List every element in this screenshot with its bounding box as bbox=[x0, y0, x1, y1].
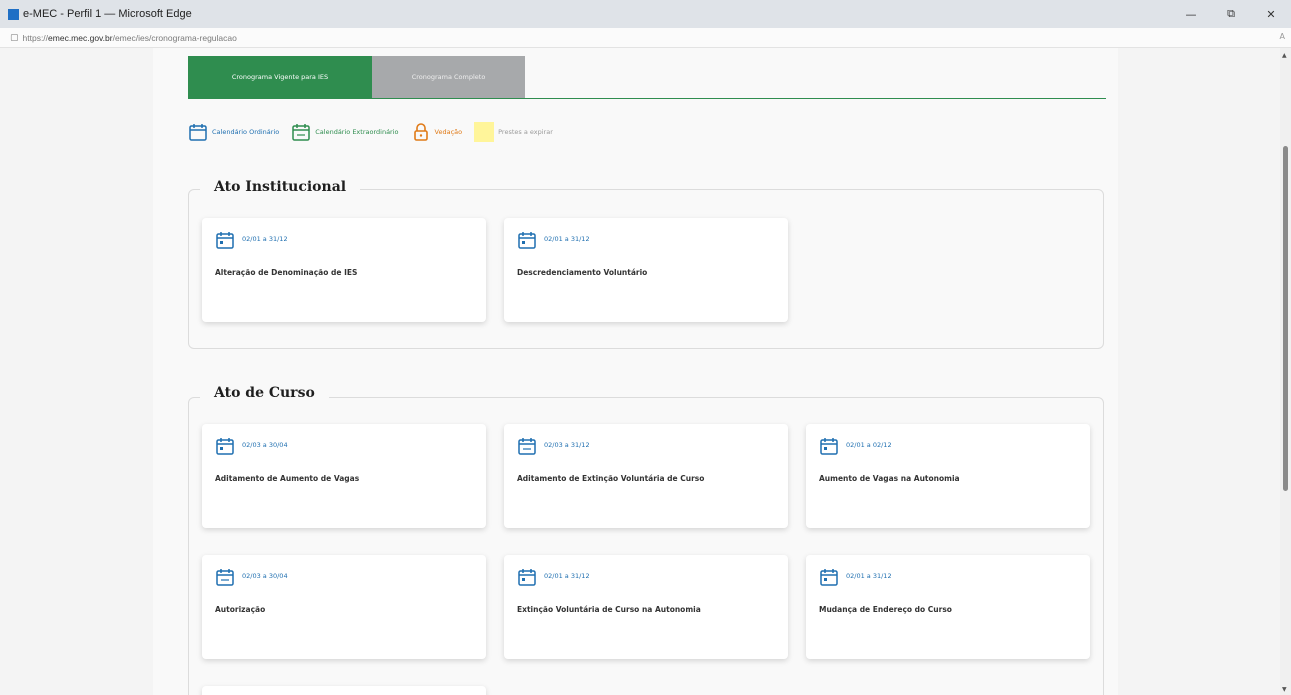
card-aditamento-extincao[interactable]: 02/03 a 31/12 Aditamento de Extinção Vol… bbox=[504, 424, 788, 528]
card-title: Extinção Voluntária de Curso na Autonomi… bbox=[517, 605, 701, 614]
page-viewport: Cronograma Vigente para IES Cronograma C… bbox=[0, 48, 1291, 695]
card-date: 02/01 a 02/12 bbox=[846, 441, 892, 449]
legend-expiring: Prestes a expirar bbox=[474, 122, 553, 142]
card-descredenciamento[interactable]: 02/01 a 31/12 Descredenciamento Voluntár… bbox=[504, 218, 788, 322]
url-prefix: https:// bbox=[22, 32, 49, 43]
restore-button[interactable]: ⧉ bbox=[1211, 0, 1251, 28]
edge-app-icon bbox=[8, 8, 19, 20]
url-path: /emec/ies/cronograma-regulacao bbox=[112, 32, 237, 43]
card-mudanca-endereco[interactable]: 02/01 a 31/12 Mudança de Endereço do Cur… bbox=[806, 555, 1090, 659]
card-title: Autorização bbox=[215, 605, 266, 614]
calendar-legend: Calendário Ordinário Calendário Extraord… bbox=[188, 120, 565, 144]
calendar-icon bbox=[216, 438, 234, 455]
card-aumento-vagas-autonomia[interactable]: 02/01 a 02/12 Aumento de Vagas na Autono… bbox=[806, 424, 1090, 528]
card-date: 02/03 a 30/04 bbox=[242, 572, 288, 580]
card-date: 02/01 a 31/12 bbox=[242, 235, 288, 243]
legend-extraordinary: Calendário Extraordinário bbox=[291, 122, 399, 142]
window-controls: — ⧉ ✕ bbox=[1171, 0, 1291, 28]
legend-ordinary: Calendário Ordinário bbox=[188, 122, 279, 142]
card-date: 02/03 a 30/04 bbox=[242, 441, 288, 449]
tab-cronograma-vigente[interactable]: Cronograma Vigente para IES bbox=[188, 56, 372, 98]
card-date: 02/01 a 31/12 bbox=[544, 235, 590, 243]
scrollbar-thumb[interactable] bbox=[1283, 146, 1288, 491]
card-title: Mudança de Endereço do Curso bbox=[819, 605, 952, 614]
section-title-ato-institucional: Ato Institucional bbox=[200, 179, 361, 195]
legend-extraordinary-label: Calendário Extraordinário bbox=[315, 128, 399, 136]
expiring-color-swatch bbox=[474, 122, 495, 142]
card-title: Aumento de Vagas na Autonomia bbox=[819, 474, 960, 483]
card-date: 02/01 a 31/12 bbox=[846, 572, 892, 580]
window-titlebar: e-MEC - Perfil 1 — Microsoft Edge — ⧉ ✕ bbox=[0, 0, 1291, 28]
read-aloud-icon[interactable]: A bbox=[1280, 32, 1285, 41]
page-scrollbar[interactable]: ▲ ▼ bbox=[1280, 48, 1291, 695]
minimize-button[interactable]: — bbox=[1171, 0, 1211, 28]
calendar-icon bbox=[518, 232, 536, 249]
address-bar[interactable]: ▢ https://emec.mec.gov.br/emec/ies/crono… bbox=[0, 28, 1291, 48]
card-partial[interactable] bbox=[202, 686, 486, 695]
card-extincao-voluntaria-autonomia[interactable]: 02/01 a 31/12 Extinção Voluntária de Cur… bbox=[504, 555, 788, 659]
tab-bar: Cronograma Vigente para IES Cronograma C… bbox=[188, 56, 1106, 99]
calendar-icon bbox=[518, 569, 536, 586]
legend-sealed: Vedação bbox=[411, 122, 463, 142]
calendar-icon bbox=[216, 569, 234, 586]
main-content: Cronograma Vigente para IES Cronograma C… bbox=[153, 48, 1118, 695]
card-date: 02/01 a 31/12 bbox=[544, 572, 590, 580]
url-text[interactable]: https://emec.mec.gov.br/emec/ies/cronogr… bbox=[23, 33, 237, 43]
scroll-up-icon[interactable]: ▲ bbox=[1282, 52, 1287, 59]
section-title-ato-de-curso: Ato de Curso bbox=[200, 385, 329, 401]
card-title: Aditamento de Aumento de Vagas bbox=[215, 474, 360, 483]
calendar-icon bbox=[820, 569, 838, 586]
card-date: 02/03 a 31/12 bbox=[544, 441, 590, 449]
close-button[interactable]: ✕ bbox=[1251, 0, 1291, 28]
calendar-icon bbox=[820, 438, 838, 455]
tab-cronograma-completo[interactable]: Cronograma Completo bbox=[372, 56, 525, 98]
scroll-down-icon[interactable]: ▼ bbox=[1282, 686, 1287, 693]
calendar-icon bbox=[216, 232, 234, 249]
card-autorizacao[interactable]: 02/03 a 30/04 Autorização bbox=[202, 555, 486, 659]
legend-expiring-label: Prestes a expirar bbox=[498, 128, 553, 136]
card-title: Aditamento de Extinção Voluntária de Cur… bbox=[517, 474, 705, 483]
legend-ordinary-label: Calendário Ordinário bbox=[212, 128, 280, 136]
calendar-extra-icon bbox=[292, 124, 310, 141]
page-info-icon[interactable]: ▢ bbox=[10, 33, 19, 43]
card-alteracao-denominacao[interactable]: 02/01 a 31/12 Alteração de Denominação d… bbox=[202, 218, 486, 322]
calendar-icon bbox=[518, 438, 536, 455]
card-title: Alteração de Denominação de IES bbox=[215, 268, 358, 277]
card-aditamento-aumento-vagas[interactable]: 02/03 a 30/04 Aditamento de Aumento de V… bbox=[202, 424, 486, 528]
lock-icon bbox=[413, 123, 428, 141]
card-title: Descredenciamento Voluntário bbox=[517, 268, 648, 277]
legend-sealed-label: Vedação bbox=[434, 128, 463, 136]
calendar-icon bbox=[189, 124, 207, 141]
window-title: e-MEC - Perfil 1 — Microsoft Edge bbox=[23, 8, 192, 20]
url-host: emec.mec.gov.br bbox=[48, 32, 113, 43]
